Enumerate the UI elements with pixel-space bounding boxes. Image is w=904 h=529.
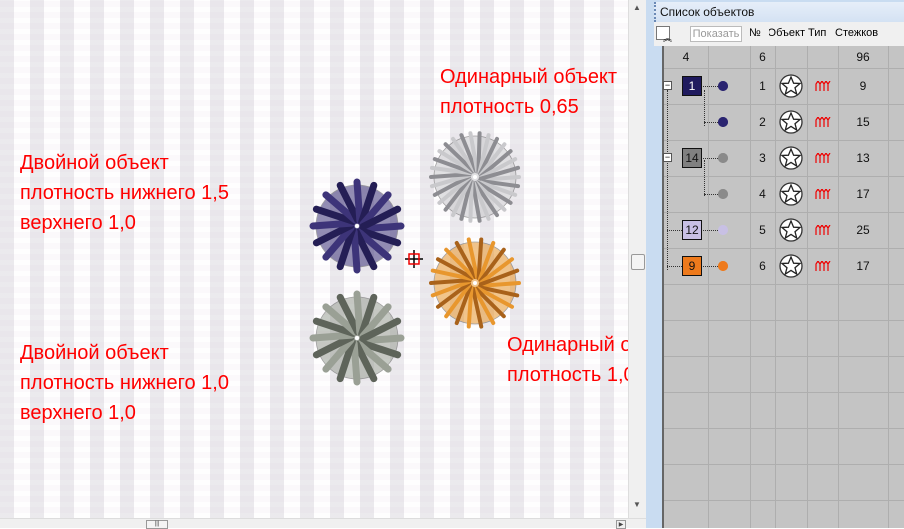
summary-objects: 6 — [759, 50, 766, 64]
satin-type-icon — [815, 223, 831, 235]
grid-row-line — [664, 284, 904, 285]
star-object-icon[interactable] — [779, 254, 803, 278]
grid-row-line — [664, 500, 904, 501]
column-header-object[interactable]: Объект — [769, 27, 805, 39]
satin-type-icon — [815, 187, 831, 199]
object-preview-icon — [718, 189, 728, 199]
stitch-object-purple[interactable] — [309, 178, 405, 274]
column-header-num[interactable]: № — [749, 27, 761, 39]
stitch-count: 15 — [856, 115, 870, 129]
tree-line — [704, 194, 718, 195]
embroidery-objects — [309, 131, 521, 386]
satin-type-icon — [815, 259, 831, 271]
object-preview-icon — [718, 117, 728, 127]
object-preview-icon — [718, 261, 728, 271]
tree-line — [667, 266, 682, 267]
column-header-type[interactable]: Тип — [808, 27, 826, 39]
star-object-icon[interactable] — [779, 182, 803, 206]
object-preview-icon — [718, 153, 728, 163]
panel-toolbar: ︽ Показать № Объект Тип Стежков — [654, 22, 904, 46]
stitch-count: 9 — [859, 79, 867, 93]
object-grid: 4 6 96−1 1 9 2 15−14 3 13 4 17 12 5 25 9 6 17 — [662, 46, 904, 528]
star-object-icon[interactable] — [779, 218, 803, 242]
color-swatch[interactable]: 9 — [682, 256, 702, 276]
color-swatch[interactable]: 12 — [682, 220, 702, 240]
object-number: 2 — [759, 115, 766, 129]
stitch-count: 17 — [856, 259, 870, 273]
tree-line — [667, 230, 682, 231]
scroll-down-icon[interactable]: ▼ — [633, 500, 641, 509]
object-preview-icon — [718, 81, 728, 91]
tree-line — [703, 86, 718, 87]
color-swatch[interactable]: 14 — [682, 148, 702, 168]
tree-line — [703, 158, 718, 159]
grid-row-line — [664, 392, 904, 393]
stitch-count: 13 — [856, 151, 870, 165]
panel-title: Список объектов — [654, 2, 904, 22]
object-number: 4 — [759, 187, 766, 201]
stitch-count: 17 — [856, 187, 870, 201]
collapse-button[interactable]: ︽ — [656, 26, 672, 43]
collapse-toggle-icon[interactable]: − — [663, 81, 672, 90]
collapse-toggle-icon[interactable]: − — [663, 153, 672, 162]
object-number: 5 — [759, 223, 766, 237]
grid-row-line — [664, 464, 904, 465]
object-list-panel: Список объектов ︽ Показать № Объект Тип … — [646, 0, 904, 528]
star-object-icon[interactable] — [779, 74, 803, 98]
scroll-thumb[interactable] — [631, 254, 645, 270]
crosshair-cursor-icon — [405, 250, 423, 268]
object-number: 3 — [759, 151, 766, 165]
object-preview-icon — [718, 225, 728, 235]
horizontal-scrollbar[interactable]: ||| ▶ — [0, 518, 646, 529]
column-header-stitches[interactable]: Стежков — [835, 27, 878, 39]
show-button[interactable]: Показать — [690, 26, 742, 42]
stitch-object-gray[interactable] — [309, 290, 405, 386]
tree-line — [704, 122, 718, 123]
satin-type-icon — [815, 79, 831, 91]
design-canvas[interactable]: Двойной объект плотность нижнего 1,5 вер… — [0, 0, 628, 518]
color-swatch[interactable]: 1 — [682, 76, 702, 96]
satin-type-icon — [815, 151, 831, 163]
object-number: 6 — [759, 259, 766, 273]
star-object-icon[interactable] — [779, 110, 803, 134]
grid-row-line — [664, 320, 904, 321]
star-object-icon[interactable] — [779, 146, 803, 170]
scroll-up-icon[interactable]: ▲ — [633, 3, 641, 12]
stitch-count: 25 — [856, 223, 870, 237]
summary-colors: 4 — [682, 50, 690, 64]
tree-line — [703, 266, 718, 267]
satin-type-icon — [815, 115, 831, 127]
grid-row-line — [664, 356, 904, 357]
stitch-object-orange[interactable] — [429, 237, 521, 329]
grid-row-line — [664, 428, 904, 429]
double-chevron-up-icon: ︽ — [663, 33, 673, 43]
vertical-scrollbar[interactable]: ▲ ▼ — [628, 0, 646, 518]
object-number: 1 — [759, 79, 766, 93]
tree-line — [703, 230, 718, 231]
stitch-object-white[interactable] — [429, 131, 521, 223]
summary-stitches: 96 — [856, 50, 870, 64]
